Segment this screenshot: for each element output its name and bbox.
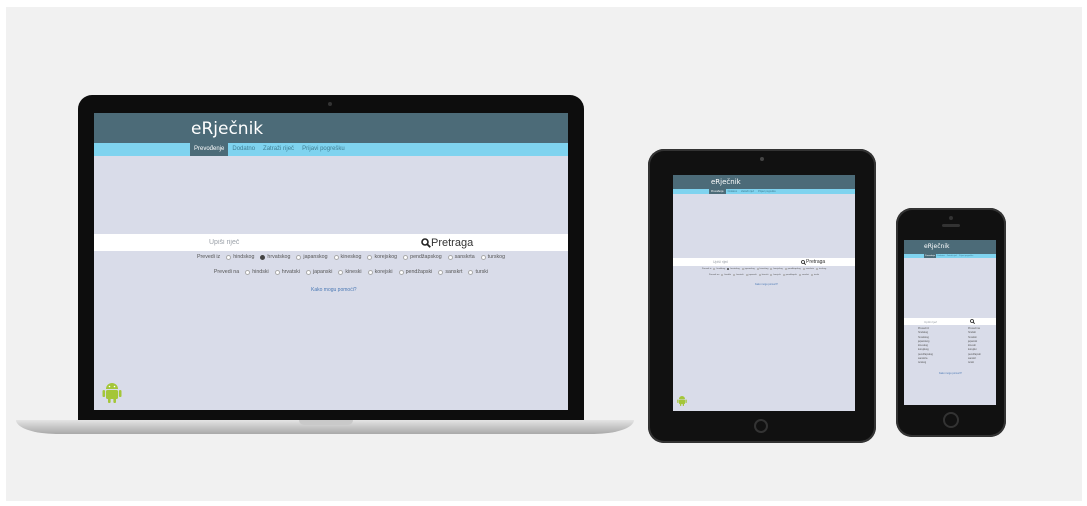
help-link[interactable]: Kako mogu pomoći? — [939, 372, 962, 375]
site-header: eRječnik — [673, 175, 855, 189]
translate-to-row: Prevedi na hindski hrvatski japanski kin… — [708, 274, 820, 276]
to-option-sanskrt[interactable]: sanskrt — [438, 269, 462, 275]
phone-screen: eRječnik Prevođenje Dodatno Zatraži rije… — [904, 240, 996, 405]
nav-item-zatrazi-rijec[interactable]: Zatraži riječ — [739, 189, 756, 194]
android-icon[interactable] — [677, 395, 687, 406]
tablet-camera — [760, 157, 764, 161]
from-option-kineskog[interactable]: kineskog — [333, 254, 361, 260]
site-header: eRječnik — [94, 113, 568, 143]
search-button-label: Pretraga — [431, 236, 474, 249]
help-link[interactable]: Kako mogu pomoći? — [755, 283, 778, 286]
device-showcase: eRječnik Prevođenje Dodatno Zatraži rije… — [6, 7, 1082, 501]
search-icon — [970, 319, 975, 324]
translate-to-row: Prevedi na hindski hrvatski japanski kin… — [94, 269, 568, 275]
translate-from-row: Prevedi iz hindskog hrvatskog japanskog … — [94, 254, 568, 260]
translate-to-column: Prevedi na hindski hrvatski japanski kin… — [968, 327, 981, 365]
phone-home-button — [943, 412, 959, 428]
to-option-turski[interactable]: turski — [468, 269, 488, 275]
search-button[interactable]: Pretraga — [421, 237, 473, 249]
nav-item-prijavi-pogresku[interactable]: Prijavi pogrešku — [958, 254, 974, 258]
phone-speaker — [942, 224, 960, 227]
phone-mockup: eRječnik Prevođenje Dodatno Zatraži rije… — [896, 208, 1006, 437]
site-nav: Prevođenje Dodatno Zatraži riječ Prijavi… — [673, 189, 855, 194]
from-option-japanskog[interactable]: japanskog — [296, 254, 328, 260]
site-nav: Prevođenje Dodatno Zatraži riječ Prijavi… — [904, 254, 996, 258]
translate-from-row: Prevedi iz hindskog hrvatskog japanskog … — [701, 268, 827, 270]
search-icon — [421, 237, 431, 248]
search-bar — [904, 318, 996, 325]
nav-item-prevodenje[interactable]: Prevođenje — [190, 143, 229, 156]
search-bar: Pretraga — [673, 258, 855, 266]
nav-item-dodatno[interactable]: Dodatno — [228, 143, 259, 156]
tablet-mockup: eRječnik Prevođenje Dodatno Zatraži rije… — [648, 149, 876, 443]
site-logo[interactable]: eRječnik — [924, 243, 949, 250]
nav-item-zatrazi-rijec[interactable]: Zatraži riječ — [259, 143, 298, 156]
from-option-hrvatskog[interactable]: hrvatskog — [260, 254, 290, 260]
search-button-label: Pretraga — [806, 259, 826, 265]
laptop-notch — [299, 420, 353, 425]
translate-from-label: Prevedi iz — [196, 254, 221, 260]
to-option-hrvatski[interactable]: hrvatski — [274, 269, 300, 275]
laptop-screen: eRječnik Prevođenje Dodatno Zatraži rije… — [94, 113, 568, 410]
to-option-hindski[interactable]: hindski — [245, 269, 269, 275]
to-option-kineski[interactable]: kineski — [338, 269, 362, 275]
nav-item-zatrazi-rijec[interactable]: Zatraži riječ — [946, 254, 958, 258]
search-button[interactable] — [970, 319, 975, 324]
from-option-sanskrta[interactable]: sanskrta — [447, 254, 475, 260]
site-logo[interactable]: eRječnik — [191, 119, 263, 139]
search-input[interactable] — [713, 260, 793, 264]
site-header: eRječnik — [904, 240, 996, 254]
laptop-mockup: eRječnik Prevođenje Dodatno Zatraži rije… — [78, 95, 584, 427]
site-logo[interactable]: eRječnik — [711, 178, 741, 186]
from-option-korejskog[interactable]: korejskog — [367, 254, 397, 260]
tablet-home-button — [754, 419, 768, 433]
from-option-pendzapskog[interactable]: pendžapskog — [403, 254, 442, 260]
nav-item-prevodenje[interactable]: Prevođenje — [709, 189, 726, 194]
from-option-hindskog[interactable]: hindskog — [226, 254, 254, 260]
tablet-screen: eRječnik Prevođenje Dodatno Zatraži rije… — [673, 175, 855, 411]
nav-item-prijavi-pogresku[interactable]: Prijavi pogrešku — [298, 143, 349, 156]
to-option-japanski[interactable]: japanski — [305, 269, 332, 275]
translate-to-label: Prevedi na — [213, 269, 240, 275]
laptop-camera — [328, 102, 332, 106]
nav-item-dodatno[interactable]: Dodatno — [726, 189, 739, 194]
help-link[interactable]: Kako mogu pomoći? — [311, 287, 357, 293]
laptop-base — [16, 420, 634, 434]
search-button[interactable]: Pretraga — [801, 259, 825, 265]
translate-from-column: Prevedi iz hindskog hrvatskog japanskog … — [918, 327, 933, 365]
from-option-turskog[interactable]: turskog — [480, 254, 505, 260]
nav-item-dodatno[interactable]: Dodatno — [936, 254, 946, 258]
android-icon[interactable] — [102, 381, 122, 403]
search-bar: Pretraga — [94, 234, 568, 251]
search-input[interactable] — [924, 319, 964, 324]
to-option-pendzapski[interactable]: pendžapski — [398, 269, 432, 275]
phone-camera — [949, 216, 953, 220]
site-nav: Prevođenje Dodatno Zatraži riječ Prijavi… — [94, 143, 568, 156]
nav-item-prevodenje[interactable]: Prevođenje — [924, 254, 937, 258]
search-input[interactable] — [209, 239, 409, 246]
to-option-korejski[interactable]: korejski — [367, 269, 393, 275]
nav-item-prijavi-pogresku[interactable]: Prijavi pogrešku — [756, 189, 778, 194]
